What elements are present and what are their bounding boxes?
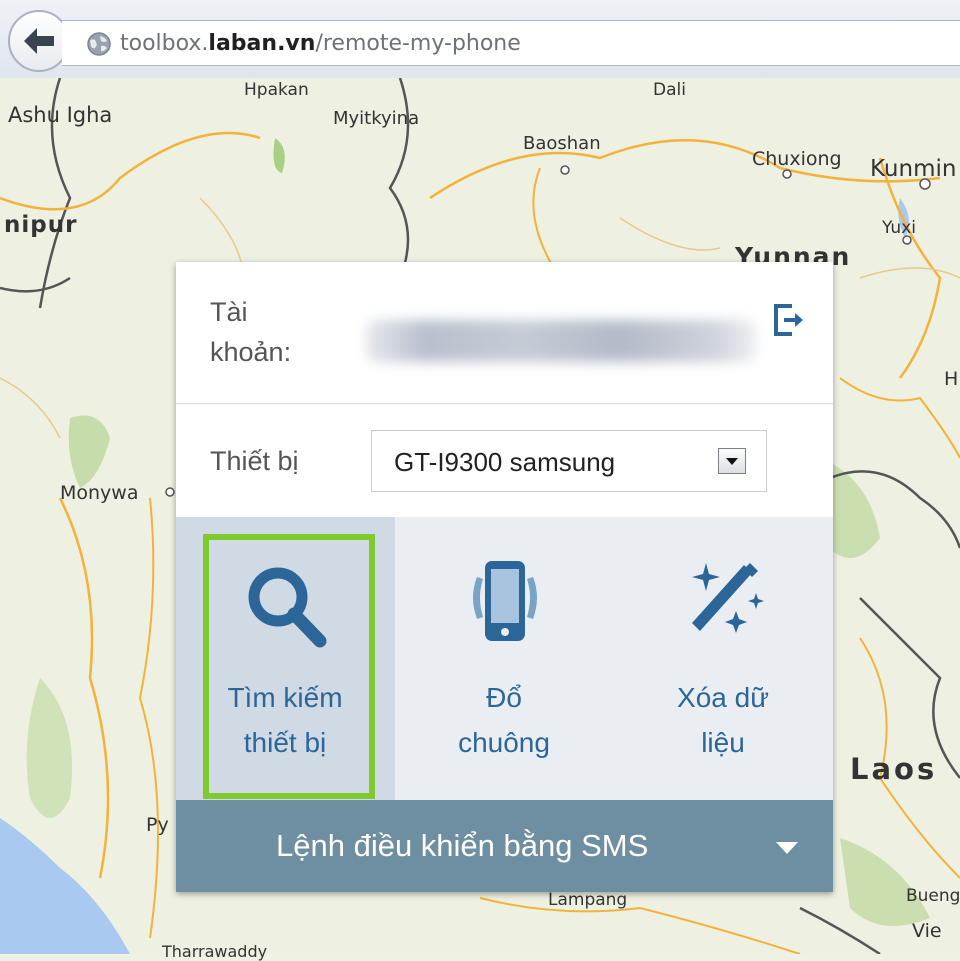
magic-wand-icon	[691, 563, 764, 633]
map-label-dali: Dali	[653, 80, 686, 100]
panel-divider	[176, 403, 833, 404]
url-prefix: toolbox.	[120, 31, 209, 56]
map-label-h: H	[944, 368, 959, 390]
chevron-down-icon[interactable]	[718, 448, 746, 474]
map-label-manipur: nipur	[4, 212, 78, 238]
back-arrow-icon	[24, 28, 54, 54]
globe-icon	[87, 32, 111, 56]
logout-icon[interactable]	[770, 300, 810, 340]
remote-phone-panel: Tài khoản: Thiết bị GT-I9300 samsung Tìm…	[176, 262, 833, 892]
phone-ring-icon-wrap	[395, 557, 614, 657]
browser-toolbar: toolbox.laban.vn/remote-my-phone	[0, 0, 960, 79]
map-label-myitkyina: Myitkyina	[333, 108, 420, 129]
device-label: Thiết bị	[210, 446, 299, 476]
map-label-hpakan: Hpakan	[244, 80, 309, 100]
map-label-vie: Vie	[912, 920, 942, 942]
map-label-py: Py	[146, 814, 169, 836]
ring-label: Đổ chuông	[458, 682, 550, 758]
map-label-kunming: Kunmin	[870, 156, 957, 182]
url-path: /remote-my-phone	[315, 31, 521, 56]
map-label-baoshan: Baoshan	[523, 133, 601, 154]
account-label: Tài khoản:	[210, 292, 320, 372]
map-label-monywa: Monywa	[60, 482, 139, 504]
magic-wand-icon-wrap	[614, 557, 833, 657]
wipe-data-button[interactable]: Xóa dữ liệu	[614, 517, 833, 800]
find-device-label: Tìm kiếm thiết bị	[227, 682, 343, 758]
wipe-data-label: Xóa dữ liệu	[677, 682, 769, 758]
map-label-yuxi: Yuxi	[882, 218, 916, 238]
caret-down-icon	[776, 842, 798, 854]
find-device-button[interactable]: Tìm kiếm thiết bị	[176, 517, 395, 800]
back-button[interactable]	[8, 10, 70, 72]
map-label-ashu-igha: Ashu Igha	[8, 103, 113, 127]
address-bar[interactable]: toolbox.laban.vn/remote-my-phone	[62, 20, 960, 66]
map-label-chuxiong: Chuxiong	[752, 148, 842, 170]
device-select[interactable]: GT-I9300 samsung	[371, 430, 767, 492]
account-label-text: Tài khoản:	[210, 297, 292, 367]
sms-commands-toggle[interactable]: Lệnh điều khiển bằng SMS	[176, 800, 833, 892]
action-buttons: Tìm kiếm thiết bị Đổ chuông Xóa dữ liệu	[176, 517, 833, 800]
url-text: toolbox.laban.vn/remote-my-phone	[120, 31, 521, 56]
map-label-bueng: Bueng	[906, 886, 960, 906]
ring-button[interactable]: Đổ chuông	[395, 517, 614, 800]
url-domain: laban.vn	[208, 31, 316, 56]
device-select-value: GT-I9300 samsung	[394, 447, 616, 477]
map-label-laos: Laos	[850, 752, 938, 786]
search-icon-wrap	[176, 557, 395, 657]
account-value-blurred	[366, 320, 756, 362]
map-label-tharrawaddy: Tharrawaddy	[162, 942, 268, 961]
phone-ring-icon	[472, 561, 537, 641]
map-label-lampang: Lampang	[548, 890, 628, 910]
sms-commands-label: Lệnh điều khiển bằng SMS	[276, 828, 649, 863]
search-icon	[248, 567, 326, 648]
